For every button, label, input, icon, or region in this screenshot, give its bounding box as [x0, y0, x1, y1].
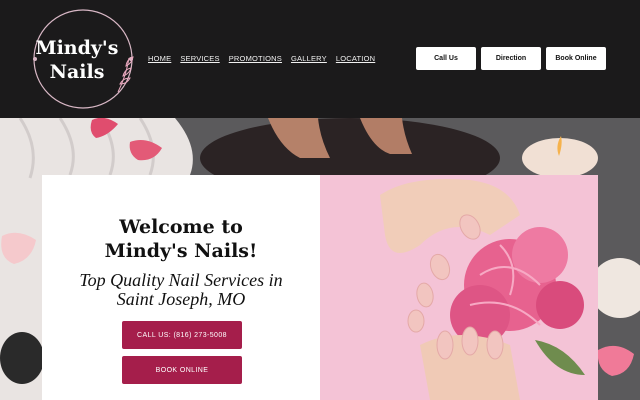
tagline-line1: Top Quality Nail Services in — [79, 270, 283, 290]
welcome-heading-line2: Mindy's Nails! — [104, 240, 258, 262]
logo-text-line1: Mindy's — [35, 37, 119, 59]
call-phone-button[interactable]: CALL US: (816) 273-5008 — [122, 321, 242, 349]
tagline-line2: Saint Joseph, MO — [116, 289, 246, 309]
nails-flower-photo — [320, 175, 598, 400]
logo-text-line2: Nails — [49, 61, 105, 83]
tagline: Top Quality Nail Services in Saint Josep… — [42, 271, 320, 309]
nav-promotions[interactable]: PROMOTIONS — [229, 54, 282, 63]
nav-services[interactable]: SERVICES — [180, 54, 219, 63]
logo-ring-icon — [33, 9, 134, 109]
book-online-cta-button[interactable]: BOOK ONLINE — [122, 356, 242, 384]
welcome-heading-line1: Welcome to — [119, 216, 243, 238]
hero-section: Welcome to Mindy's Nails! Top Quality Na… — [0, 118, 640, 400]
nav-location[interactable]: LOCATION — [336, 54, 375, 63]
welcome-heading: Welcome to Mindy's Nails! — [42, 215, 320, 263]
direction-button[interactable]: Direction — [481, 47, 541, 70]
main-nav: HOME SERVICES PROMOTIONS GALLERY LOCATIO… — [148, 54, 375, 63]
hand-flower-image — [320, 175, 598, 400]
book-online-button[interactable]: Book Online — [546, 47, 606, 70]
site-header: Mindy's Nails HOME SERVICES PROMOTIONS G… — [0, 0, 640, 118]
welcome-card: Welcome to Mindy's Nails! Top Quality Na… — [42, 175, 320, 400]
call-us-button[interactable]: Call Us — [416, 47, 476, 70]
nav-gallery[interactable]: GALLERY — [291, 54, 327, 63]
nav-home[interactable]: HOME — [148, 54, 171, 63]
site-logo[interactable]: Mindy's Nails — [30, 6, 136, 112]
